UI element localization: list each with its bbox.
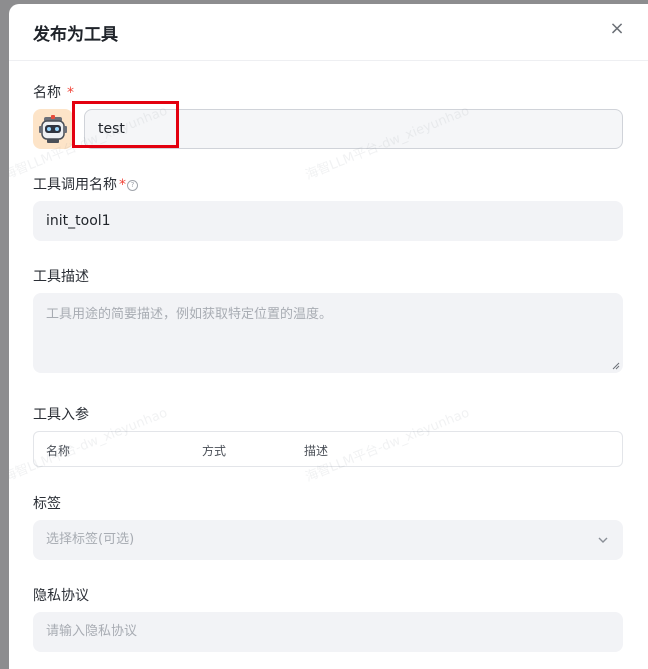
description-textarea[interactable]: 工具用途的简要描述，例如获取特定位置的温度。 <box>33 293 623 373</box>
name-input[interactable]: test <box>84 109 623 149</box>
publish-tool-dialog: 发布为工具 × 名称 * test 工具调用名称 *? init_tool1 工具描… <box>9 4 648 669</box>
dialog-title: 发布为工具 <box>33 25 118 45</box>
params-table-header: 名称 方式 描述 <box>33 431 623 467</box>
robot-avatar-graphic <box>39 115 67 143</box>
dialog-header: 发布为工具 × <box>9 4 648 61</box>
tool-call-name-label-text: 工具调用名称 <box>33 177 117 193</box>
close-icon[interactable]: × <box>606 18 628 40</box>
tool-call-name-input[interactable]: init_tool1 <box>33 201 623 241</box>
resize-handle-icon[interactable] <box>612 362 620 370</box>
tags-select[interactable]: 选择标签(可选) <box>33 520 623 560</box>
params-label: 工具入参 <box>33 407 89 423</box>
robot-avatar-icon[interactable] <box>33 109 73 149</box>
required-mark: * <box>67 85 74 101</box>
description-placeholder: 工具用途的简要描述，例如获取特定位置的温度。 <box>46 307 333 322</box>
tags-label: 标签 <box>33 496 61 512</box>
description-label: 工具描述 <box>33 269 89 285</box>
help-circle-icon[interactable]: ? <box>127 179 138 191</box>
column-header-description: 描述 <box>304 444 329 458</box>
column-header-method: 方式 <box>202 444 227 458</box>
required-mark: * <box>119 177 126 193</box>
tags-placeholder: 选择标签(可选) <box>46 532 135 547</box>
name-label-text: 名称 <box>33 85 61 101</box>
privacy-input[interactable]: 请输入隐私协议 <box>33 612 623 652</box>
privacy-label: 隐私协议 <box>33 588 89 604</box>
tool-call-name-label: 工具调用名称 *? <box>33 174 138 194</box>
chevron-down-icon <box>598 537 608 543</box>
name-label: 名称 * <box>33 82 74 102</box>
column-header-name: 名称 <box>46 444 71 458</box>
